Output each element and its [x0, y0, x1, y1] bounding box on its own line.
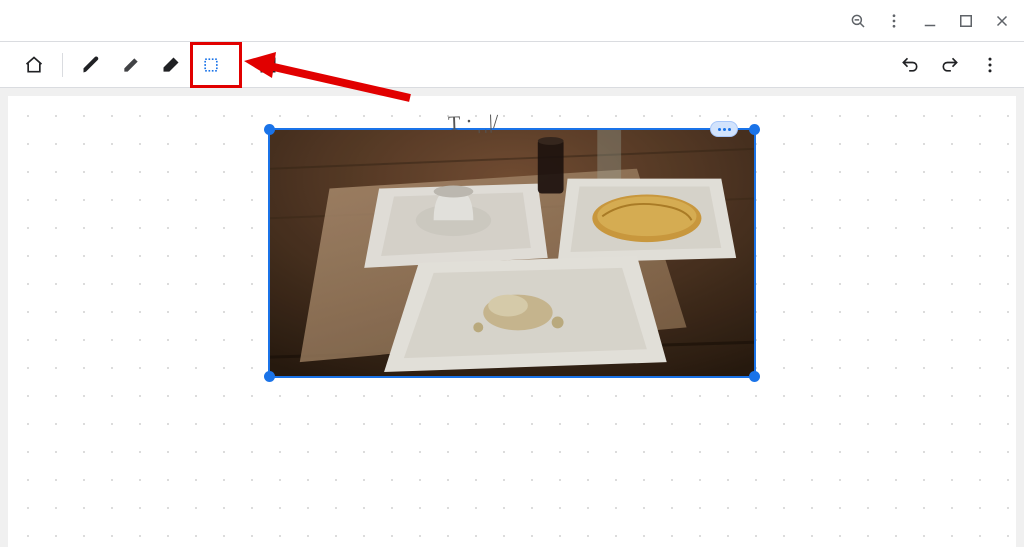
more-tools-icon[interactable] [970, 45, 1010, 85]
select-tool-button[interactable] [191, 45, 231, 85]
canvas-area: T᠂ ˌˌ|/ [0, 88, 1024, 547]
resize-handle-bottom-right[interactable] [749, 371, 760, 382]
maximize-icon[interactable] [952, 7, 980, 35]
undo-button[interactable] [890, 45, 930, 85]
divider [62, 53, 63, 77]
resize-handle-bottom-left[interactable] [264, 371, 275, 382]
drawing-canvas[interactable]: T᠂ ˌˌ|/ [8, 96, 1016, 547]
redo-button[interactable] [930, 45, 970, 85]
main-toolbar [0, 42, 1024, 88]
eraser-tool-button[interactable] [151, 45, 191, 85]
insert-image-button[interactable] [248, 45, 288, 85]
close-icon[interactable] [988, 7, 1016, 35]
kebab-menu-icon[interactable] [880, 7, 908, 35]
selected-image[interactable] [268, 128, 756, 378]
window-titlebar [0, 0, 1024, 42]
divider [239, 53, 240, 77]
highlighter-tool-button[interactable] [111, 45, 151, 85]
pen-tool-button[interactable] [71, 45, 111, 85]
image-more-menu-button[interactable] [710, 121, 738, 137]
image-content [270, 130, 754, 376]
home-button[interactable] [14, 45, 54, 85]
zoom-out-icon[interactable] [844, 7, 872, 35]
resize-handle-top-right[interactable] [749, 124, 760, 135]
minimize-icon[interactable] [916, 7, 944, 35]
resize-handle-top-left[interactable] [264, 124, 275, 135]
